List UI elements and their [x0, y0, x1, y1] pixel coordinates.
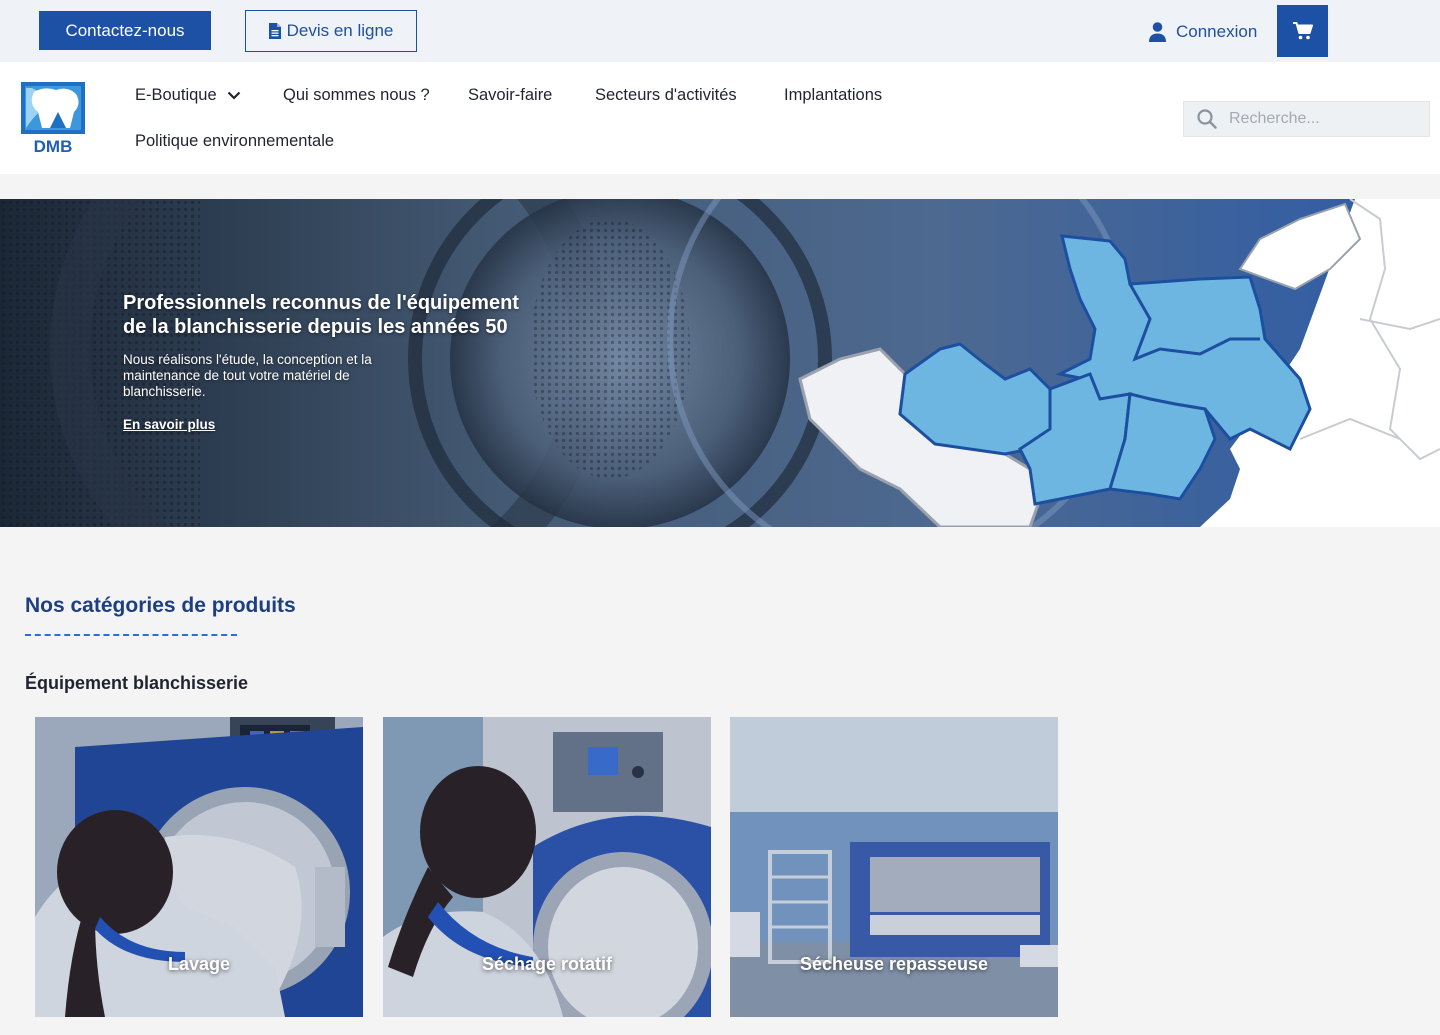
chevron-down-icon: [227, 91, 240, 100]
dmb-logo[interactable]: DMB: [20, 82, 86, 156]
user-icon: [1149, 22, 1166, 42]
category-card-label: Séchage rotatif: [481, 954, 613, 974]
nav-item-politique-environnementale[interactable]: Politique environnementale: [135, 132, 334, 151]
hero-banner: Professionnels reconnus de l'équipement …: [0, 199, 1440, 527]
nav-item-secteurs[interactable]: Secteurs d'activités: [595, 86, 737, 105]
nav-item-e-boutique[interactable]: E-Boutique: [135, 86, 241, 105]
contact-button[interactable]: Contactez-nous: [39, 11, 211, 50]
login-link[interactable]: Connexion: [1148, 18, 1257, 46]
devis-button-label: Devis en ligne: [286, 21, 394, 40]
categories-title-divider: [25, 634, 237, 636]
login-label: Connexion: [1176, 22, 1258, 41]
main-header: DMB E-Boutique Qui sommes nous ? Savoir-…: [0, 62, 1440, 174]
category-card-secheuse-repasseuse[interactable]: Sécheuse repasseuse: [730, 717, 1058, 1017]
search-input[interactable]: [1229, 110, 1419, 128]
document-icon: [268, 23, 281, 39]
nav-item-label: Savoir-faire: [468, 86, 553, 104]
nav-item-label: Implantations: [784, 86, 883, 104]
nav-item-label: E-Boutique: [135, 86, 217, 104]
search-box: [1183, 101, 1430, 137]
nav-item-implantations[interactable]: Implantations: [784, 86, 882, 105]
cart-icon: [1292, 22, 1313, 40]
nav-item-label: Qui sommes nous ?: [283, 86, 430, 104]
category-card-label: Sécheuse repasseuse: [799, 954, 989, 974]
category-card-lavage[interactable]: Lavage: [35, 717, 363, 1017]
equipment-subtitle: Équipement blanchisserie: [25, 673, 249, 693]
main-nav: E-Boutique Qui sommes nous ? Savoir-fair…: [135, 62, 1115, 174]
logo-text: DMB: [34, 137, 73, 154]
category-card-sechage-rotatif[interactable]: Séchage rotatif: [383, 717, 711, 1017]
hero-title: Professionnels reconnus de l'équipement …: [123, 292, 519, 338]
hero-text: Nous réalisons l'étude, la conception et…: [123, 352, 372, 399]
nav-item-label: Secteurs d'activités: [595, 86, 737, 104]
hero-more-link[interactable]: En savoir plus: [123, 417, 215, 432]
cart-button[interactable]: [1277, 5, 1328, 57]
top-bar: Contactez-nous Devis en ligne Connexion: [0, 0, 1440, 62]
nav-item-label: Politique environnementale: [135, 132, 335, 150]
nav-item-savoir-faire[interactable]: Savoir-faire: [468, 86, 552, 105]
categories-title: Nos catégories de produits: [25, 594, 296, 617]
devis-button[interactable]: Devis en ligne: [245, 10, 417, 52]
search-icon[interactable]: [1197, 109, 1217, 129]
nav-item-qui-sommes-nous[interactable]: Qui sommes nous ?: [283, 86, 430, 105]
category-card-label: Lavage: [167, 954, 231, 974]
